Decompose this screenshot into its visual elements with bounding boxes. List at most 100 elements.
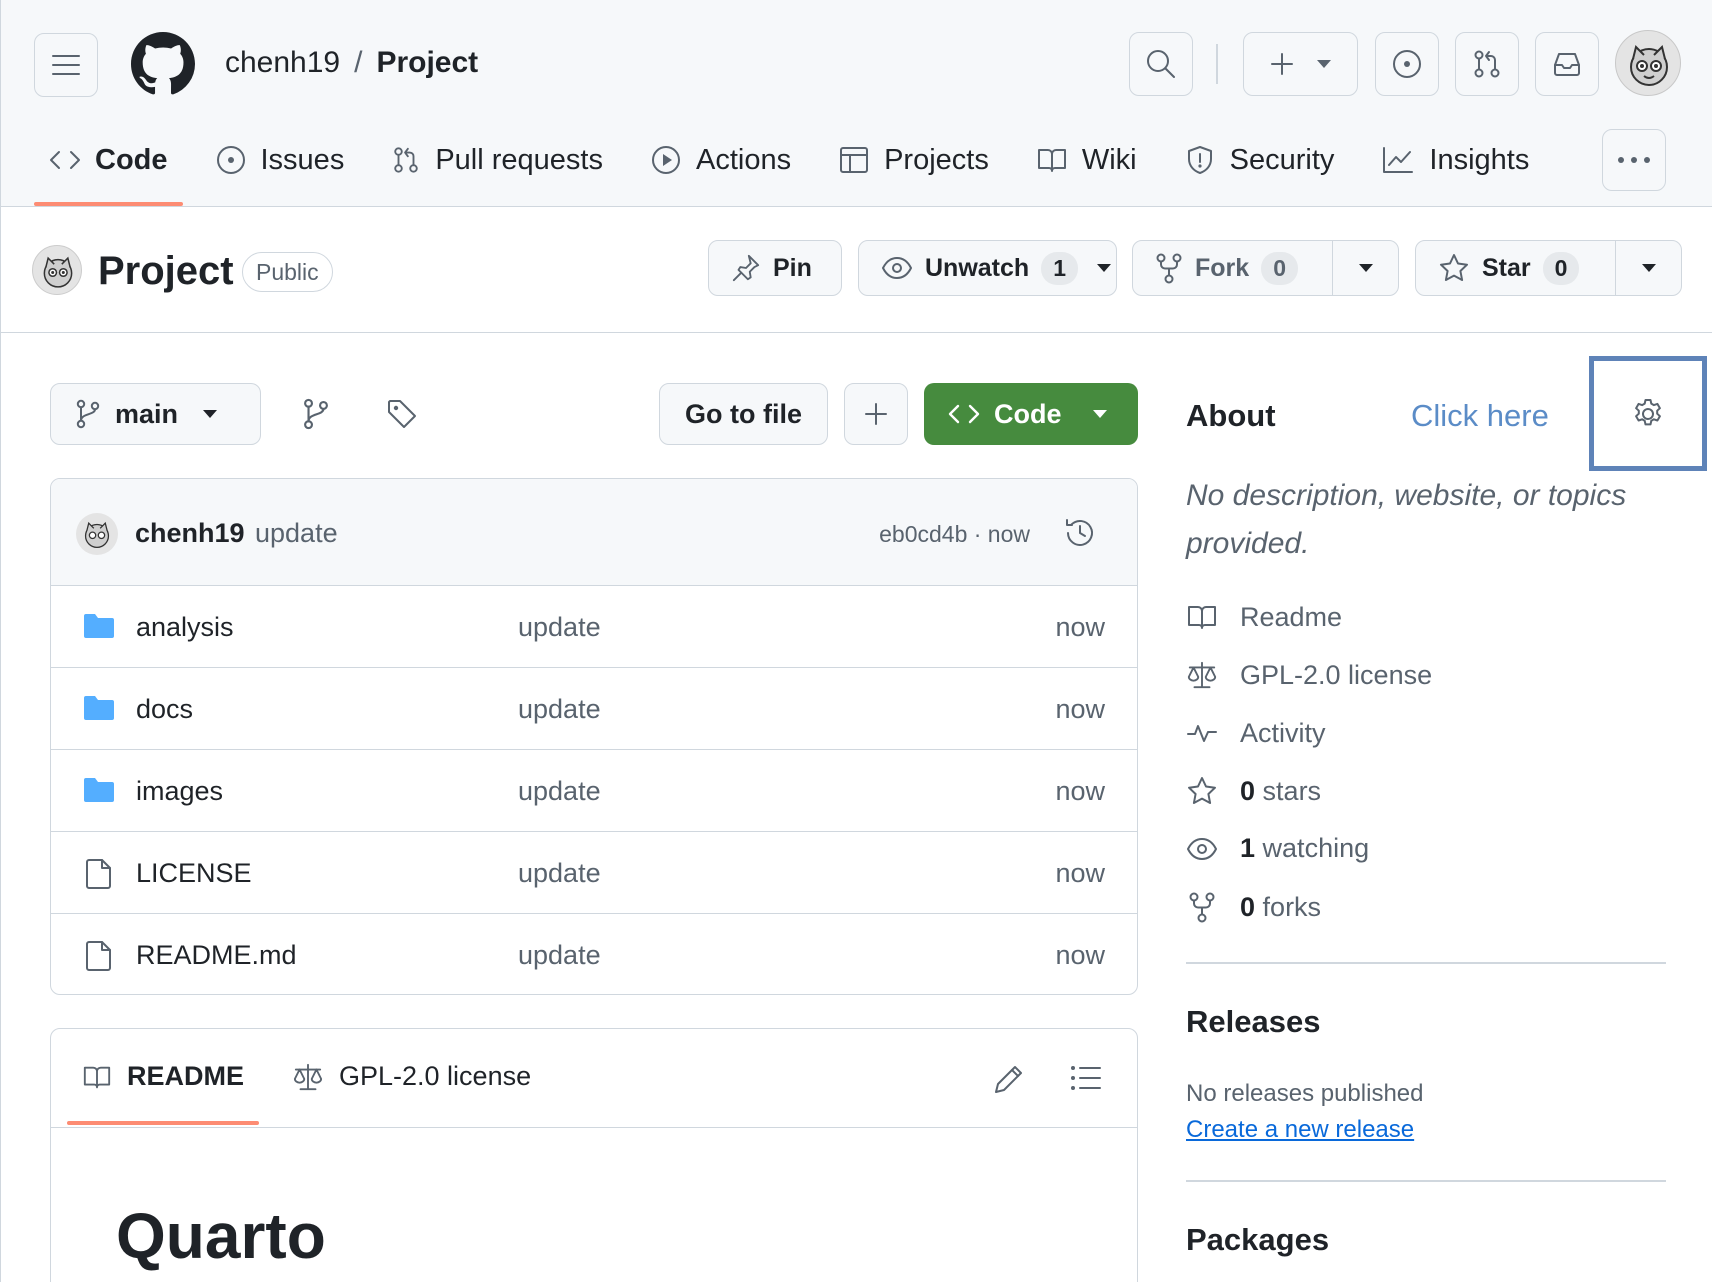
tab-security[interactable]: Security [1169, 130, 1350, 190]
file-commit-message[interactable]: update [518, 940, 601, 971]
commit-hash-time[interactable]: eb0cd4b · now [879, 521, 1030, 548]
edit-about-settings-button[interactable] [1589, 356, 1707, 471]
pin-button[interactable]: Pin [708, 240, 842, 296]
tab-pull-requests[interactable]: Pull requests [376, 130, 618, 190]
file-name[interactable]: analysis [136, 612, 234, 643]
fork-dropdown[interactable] [1332, 241, 1398, 295]
tab-issues[interactable]: Issues [200, 130, 360, 190]
eye-icon [1187, 837, 1217, 860]
octocat-avatar-icon [43, 256, 73, 288]
stars-link[interactable]: 0 stars [1186, 775, 1321, 807]
history-icon [1066, 519, 1093, 546]
pin-label: Pin [773, 253, 812, 282]
git-branch-icon [304, 398, 328, 430]
gear-icon [1635, 398, 1661, 425]
tab-readme[interactable]: README [81, 1061, 244, 1092]
tab-license[interactable]: GPL-2.0 license [291, 1061, 531, 1092]
file-row[interactable]: docs update now [51, 668, 1137, 750]
eye-icon [882, 257, 912, 279]
about-item-label: GPL-2.0 license [1240, 659, 1433, 690]
book-icon [1037, 149, 1066, 172]
tab-label: Security [1229, 143, 1335, 176]
file-row[interactable]: LICENSE update now [51, 832, 1137, 914]
file-name[interactable]: docs [136, 694, 193, 725]
about-item-label: Activity [1240, 717, 1326, 748]
file-name[interactable]: LICENSE [136, 858, 252, 889]
folder-icon [84, 696, 114, 720]
file-commit-message[interactable]: update [518, 858, 601, 889]
activity-link[interactable]: Activity [1186, 717, 1326, 749]
folder-icon [84, 778, 114, 802]
tab-insights[interactable]: Insights [1366, 130, 1544, 190]
about-description: No description, website, or topics provi… [1186, 479, 1627, 560]
create-new-button[interactable] [1243, 32, 1358, 96]
pull-requests-button[interactable] [1455, 32, 1519, 96]
pin-icon [732, 254, 760, 282]
forks-link[interactable]: 0 forks [1186, 891, 1321, 923]
menu-button[interactable] [34, 33, 98, 97]
file-commit-message[interactable]: update [518, 776, 601, 807]
readme-link[interactable]: Readme [1186, 601, 1342, 633]
tab-code[interactable]: Code [34, 130, 183, 206]
releases-title[interactable]: Releases [1186, 1004, 1320, 1040]
file-commit-message[interactable]: update [518, 612, 601, 643]
no-releases-text: No releases published [1186, 1080, 1424, 1107]
search-icon [1147, 50, 1175, 78]
go-to-file-button[interactable]: Go to file [659, 383, 828, 445]
branches-link[interactable] [301, 398, 331, 430]
law-icon [1187, 661, 1217, 689]
commit-author[interactable]: chenh19 [135, 518, 245, 549]
repo-header: Project Public Pin Unwatch 1 Fork 0 Star… [1, 207, 1712, 333]
tab-wiki[interactable]: Wiki [1021, 130, 1152, 190]
inbox-button[interactable] [1535, 32, 1599, 96]
repo-title: Project [98, 249, 234, 293]
plus-icon [865, 403, 887, 425]
readme-heading: Quarto [116, 1200, 326, 1272]
branch-selector[interactable]: main [50, 383, 261, 445]
repo-link[interactable]: Project [376, 46, 478, 80]
fork-count: 0 [1261, 251, 1298, 285]
commit-history-button[interactable] [1063, 516, 1097, 550]
star-button[interactable]: Star 0 [1415, 240, 1682, 296]
file-commit-message[interactable]: update [518, 694, 601, 725]
star-icon [1440, 254, 1468, 281]
user-avatar[interactable] [1615, 30, 1681, 96]
file-name[interactable]: images [136, 776, 223, 807]
readme-panel: README GPL-2.0 license Quarto [50, 1028, 1138, 1282]
watch-button[interactable]: Unwatch 1 [858, 240, 1117, 296]
issues-button[interactable] [1375, 32, 1439, 96]
tab-label: Issues [260, 143, 345, 176]
commit-message[interactable]: update [255, 518, 338, 549]
add-file-button[interactable] [844, 383, 908, 445]
latest-commit: chenh19 update eb0cd4b · now [51, 479, 1137, 586]
create-release-link[interactable]: Create a new release [1186, 1116, 1414, 1144]
caret-down-icon [203, 410, 218, 418]
file-name[interactable]: README.md [136, 940, 297, 971]
about-item-label: watching [1262, 833, 1370, 863]
code-dropdown-button[interactable]: Code [924, 383, 1138, 445]
repo-owner-avatar[interactable] [32, 245, 82, 295]
book-icon [83, 1066, 111, 1088]
star-dropdown[interactable] [1615, 241, 1681, 295]
github-logo-icon[interactable] [131, 32, 195, 96]
tab-label: GPL-2.0 license [339, 1061, 532, 1091]
about-item-label: stars [1262, 775, 1322, 806]
search-button[interactable] [1129, 32, 1193, 96]
watchers-link[interactable]: 1 watching [1186, 833, 1369, 864]
tab-projects[interactable]: Projects [823, 130, 1004, 190]
outline-button[interactable] [1070, 1063, 1102, 1093]
book-icon [1188, 606, 1216, 629]
tab-actions[interactable]: Actions [635, 130, 806, 190]
more-tabs-button[interactable] [1602, 129, 1666, 191]
tags-link[interactable] [386, 398, 418, 430]
commit-author-avatar[interactable] [76, 513, 118, 555]
edit-readme-button[interactable] [993, 1063, 1025, 1095]
file-row[interactable]: images update now [51, 750, 1137, 832]
fork-button[interactable]: Fork 0 [1132, 240, 1399, 296]
packages-title[interactable]: Packages [1186, 1222, 1329, 1258]
license-link[interactable]: GPL-2.0 license [1186, 659, 1432, 691]
owner-link[interactable]: chenh19 [225, 46, 340, 80]
file-row[interactable]: README.md update now [51, 914, 1137, 994]
file-commit-time: now [1055, 940, 1105, 970]
file-row[interactable]: analysis update now [51, 586, 1137, 668]
